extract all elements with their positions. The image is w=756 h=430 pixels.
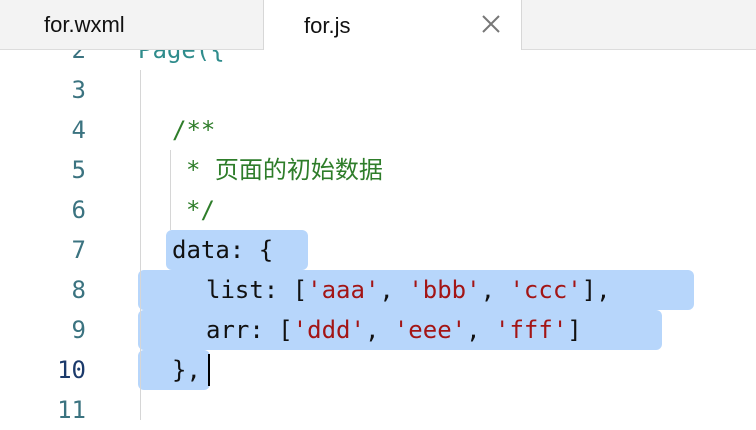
code-line: 5 * 页面的初始数据 xyxy=(0,150,756,190)
code-text: list: ['aaa', 'bbb', 'ccc'], xyxy=(206,270,611,310)
code-text: arr: ['ddd', 'eee', 'fff'] xyxy=(206,310,582,350)
close-icon[interactable] xyxy=(479,12,503,36)
code-key: arr: [ xyxy=(206,316,293,344)
code-line: 9 arr: ['ddd', 'eee', 'fff'] xyxy=(0,310,756,350)
code-key: data: xyxy=(172,236,245,264)
tab-bar: for.wxml for.js xyxy=(0,0,756,51)
line-number: 8 xyxy=(71,276,86,304)
code-line: 2 Page({ xyxy=(0,50,756,70)
text-cursor xyxy=(208,354,210,386)
line-number: 2 xyxy=(71,50,86,64)
code-line: 11 xyxy=(0,390,756,430)
code-punct: ], xyxy=(581,276,611,304)
code-punct: , xyxy=(364,316,394,344)
line-number: 11 xyxy=(57,396,86,424)
code-line: 6 */ xyxy=(0,190,756,230)
line-number: 5 xyxy=(71,156,86,184)
code-string: 'ccc' xyxy=(509,276,582,304)
code-punct: ] xyxy=(567,316,582,344)
code-line: 7 data: { xyxy=(0,230,756,270)
code-text: data: { xyxy=(172,230,273,270)
line-number-active: 10 xyxy=(57,356,86,384)
code-line: 8 list: ['aaa', 'bbb', 'ccc'], xyxy=(0,270,756,310)
code-comment: /** xyxy=(172,116,216,144)
line-number: 3 xyxy=(71,76,86,104)
code-punct: , xyxy=(480,276,510,304)
code-text: }, xyxy=(172,356,201,384)
code-editor[interactable]: 2 Page({ 3 4 /** 5 * 页面的初始数据 6 */ 7 data… xyxy=(0,50,756,430)
code-line: 3 xyxy=(0,70,756,110)
tab-label: for.js xyxy=(304,12,351,38)
code-string: 'ddd' xyxy=(292,316,365,344)
code-string: 'fff' xyxy=(495,316,568,344)
code-punct: { xyxy=(244,236,274,264)
code-comment: */ xyxy=(186,196,215,224)
code-string: 'aaa' xyxy=(307,276,380,304)
code-string: 'bbb' xyxy=(408,276,481,304)
code-string: 'eee' xyxy=(393,316,467,344)
line-number: 9 xyxy=(71,316,86,344)
line-number: 4 xyxy=(71,116,86,144)
tab-for-js[interactable]: for.js xyxy=(264,0,522,51)
code-comment: * 页面的初始数据 xyxy=(186,156,383,184)
code-punct: , xyxy=(466,316,496,344)
tab-label: for.wxml xyxy=(44,12,125,37)
code-text: Page({ xyxy=(138,50,225,64)
line-number: 7 xyxy=(71,236,86,264)
code-punct: , xyxy=(379,276,409,304)
line-number: 6 xyxy=(71,196,86,224)
code-line: 10 }, xyxy=(0,350,756,390)
code-key: list: [ xyxy=(206,276,308,304)
code-line: 4 /** xyxy=(0,110,756,150)
tab-for-wxml[interactable]: for.wxml xyxy=(0,0,264,50)
